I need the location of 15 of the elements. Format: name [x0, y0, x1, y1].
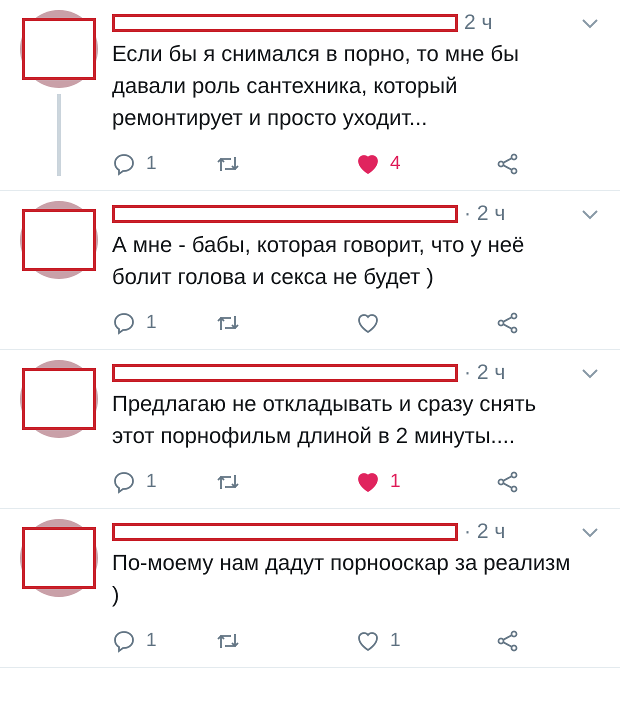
like-count: 4: [390, 153, 401, 175]
timestamp: · 2 ч: [464, 520, 506, 544]
tweet-text: По-моему нам дадут порнооскар за реализм ): [112, 549, 572, 609]
reply-count: 1: [146, 312, 157, 334]
reply-count: 1: [146, 153, 157, 175]
timestamp: 2 ч: [464, 11, 492, 35]
tweet-text: Предлагаю не откладывать и сразу снять этот порнофильм длиной в 2 минуты....: [112, 390, 538, 450]
like-count: 1: [390, 630, 401, 652]
timestamp: · 2 ч: [464, 361, 506, 385]
like-count: 1: [390, 471, 401, 493]
timestamp: · 2 ч: [464, 202, 506, 226]
tweet-text: А мне - бабы, которая говорит, что у неё болит голова и секса не будет ): [112, 231, 526, 291]
reply-count: 1: [146, 471, 157, 493]
tweet-text: Если бы я снимался в порно, то мне бы давали роль сантехника, который ремонтирует и просто уходит...: [112, 40, 520, 132]
reply-count: 1: [146, 630, 157, 652]
